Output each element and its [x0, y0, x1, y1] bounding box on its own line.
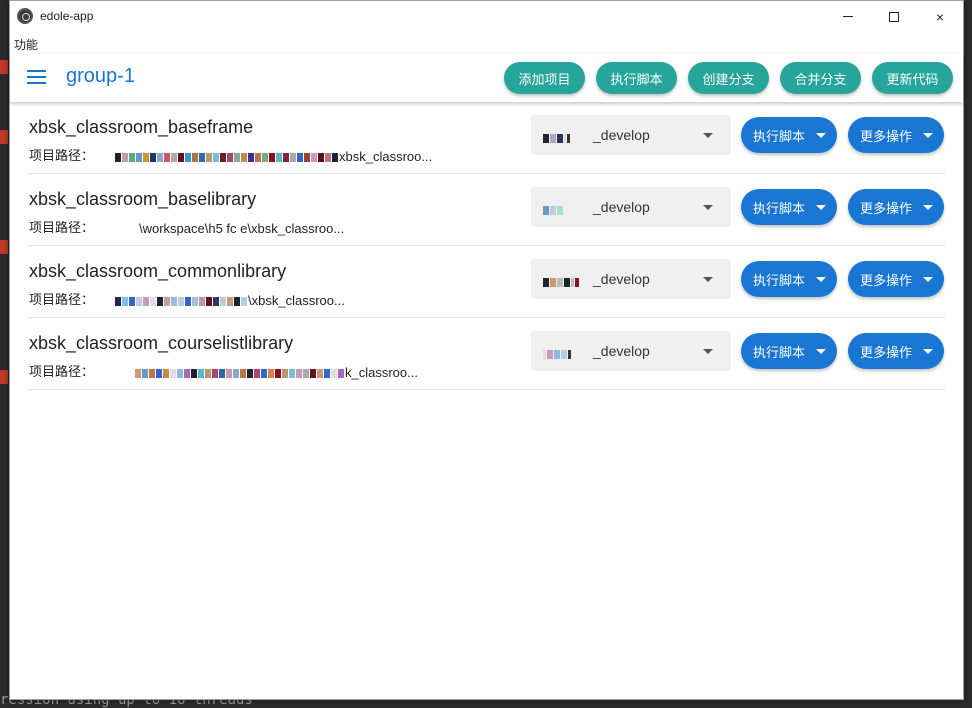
project-path: 项目路径： \xbsk_classroo...: [29, 289, 483, 308]
terminal-marker: [0, 130, 8, 144]
path-value: \workspace\h5 fc e\xbsk_classroo...: [115, 221, 483, 236]
path-label: 项目路径：: [29, 292, 95, 307]
terminal-marker: [0, 370, 8, 384]
more-actions-dropdown-button[interactable]: 更多操作: [848, 189, 944, 225]
create-branch-button[interactable]: 创建分支: [688, 62, 769, 94]
close-icon: ×: [935, 8, 945, 25]
more-actions-label: 更多操作: [860, 200, 913, 216]
more-actions-label: 更多操作: [860, 272, 913, 288]
more-actions-dropdown-button[interactable]: 更多操作: [848, 261, 944, 297]
caret-down-icon: [816, 349, 826, 354]
project-name: xbsk_classroom_baseframe: [29, 117, 254, 137]
run-script-dropdown-button[interactable]: 执行脚本: [741, 333, 837, 369]
run-script-label: 执行脚本: [753, 272, 806, 288]
project-row: xbsk_classroom_commonlibrary 项目路径： \xbsk_…: [28, 246, 945, 318]
chevron-down-icon: [703, 205, 713, 210]
more-actions-label: 更多操作: [860, 344, 913, 360]
run-script-label: 执行脚本: [753, 128, 806, 144]
run-script-button[interactable]: 执行脚本: [596, 62, 677, 94]
chevron-down-icon: [703, 133, 713, 138]
caret-down-icon: [816, 133, 826, 138]
caret-down-icon: [923, 133, 933, 138]
path-value: k_classroo...: [115, 365, 483, 380]
app-icon: [17, 8, 33, 24]
caret-down-icon: [923, 277, 933, 282]
chevron-down-icon: [703, 349, 713, 354]
run-script-label: 执行脚本: [753, 344, 806, 360]
branch-select[interactable]: _develop: [531, 187, 731, 227]
caret-down-icon: [923, 349, 933, 354]
branch-select[interactable]: _develop: [531, 115, 731, 155]
branch-prefix-pixelated: [543, 130, 571, 148]
project-name: xbsk_classroom_courselistlibrary: [29, 333, 294, 353]
app-window: edole-app × 功能 group-1 添加项目 执行脚本 创建分支 合并…: [9, 0, 964, 700]
path-visible-text: \xbsk_classroo...: [248, 293, 345, 308]
title-bar: edole-app ×: [10, 1, 963, 32]
run-script-dropdown-button[interactable]: 执行脚本: [741, 261, 837, 297]
path-value: xbsk_classroo...: [115, 149, 483, 164]
path-visible-text: xbsk_classroo...: [339, 149, 433, 164]
add-project-button[interactable]: 添加项目: [504, 62, 585, 94]
more-actions-dropdown-button[interactable]: 更多操作: [848, 333, 944, 369]
branch-value: _develop: [593, 271, 650, 287]
project-path: 项目路径： xbsk_classroo...: [29, 145, 483, 164]
project-name: xbsk_classroom_commonlibrary: [29, 261, 287, 281]
branch-value: _develop: [593, 343, 650, 359]
minimize-icon: [843, 16, 853, 17]
menu-item-functions[interactable]: 功能: [14, 36, 38, 53]
path-value: \xbsk_classroo...: [115, 293, 483, 308]
page-title: group-1: [66, 65, 135, 87]
update-code-button[interactable]: 更新代码: [872, 62, 953, 94]
branch-prefix-pixelated: [543, 202, 564, 220]
caret-down-icon: [923, 205, 933, 210]
branch-value: _develop: [593, 199, 650, 215]
run-script-dropdown-button[interactable]: 执行脚本: [741, 117, 837, 153]
minimize-button[interactable]: [825, 1, 871, 32]
chevron-down-icon: [703, 277, 713, 282]
branch-value: _develop: [593, 127, 650, 143]
project-path: 项目路径： \workspace\h5 fc e\xbsk_classroo...: [29, 217, 483, 236]
project-path: 项目路径： k_classroo...: [29, 361, 483, 380]
path-visible-text: \workspace\h5 fc e\xbsk_classroo...: [139, 221, 345, 236]
branch-prefix-pixelated: [543, 346, 572, 364]
hamburger-icon[interactable]: [27, 69, 47, 85]
project-row: xbsk_classroom_baselibrary 项目路径： \workspa…: [28, 174, 945, 246]
caret-down-icon: [816, 277, 826, 282]
branch-select[interactable]: _develop: [531, 331, 731, 371]
project-name: xbsk_classroom_baselibrary: [29, 189, 257, 209]
path-visible-text: k_classroo...: [345, 365, 418, 380]
project-row: xbsk_classroom_baseframe 项目路径： xbsk_class…: [28, 102, 945, 174]
path-label: 项目路径：: [29, 364, 95, 379]
maximize-icon: [889, 11, 899, 22]
run-script-dropdown-button[interactable]: 执行脚本: [741, 189, 837, 225]
app-bar: group-1 添加项目 执行脚本 创建分支 合并分支 更新代码: [10, 54, 963, 102]
more-actions-label: 更多操作: [860, 128, 913, 144]
window-title: edole-app: [40, 9, 94, 23]
terminal-marker: [0, 60, 8, 74]
path-label: 项目路径：: [29, 148, 95, 163]
project-row: xbsk_classroom_courselistlibrary 项目路径： k_…: [28, 318, 945, 390]
branch-select[interactable]: _develop: [531, 259, 731, 299]
close-button[interactable]: ×: [917, 1, 963, 32]
caret-down-icon: [816, 205, 826, 210]
more-actions-dropdown-button[interactable]: 更多操作: [848, 117, 944, 153]
branch-prefix-pixelated: [543, 274, 580, 292]
path-label: 项目路径：: [29, 220, 95, 235]
merge-branch-button[interactable]: 合并分支: [780, 62, 861, 94]
terminal-marker: [0, 240, 8, 254]
run-script-label: 执行脚本: [753, 200, 806, 216]
maximize-button[interactable]: [871, 1, 917, 32]
menu-bar: 功能: [10, 32, 963, 54]
